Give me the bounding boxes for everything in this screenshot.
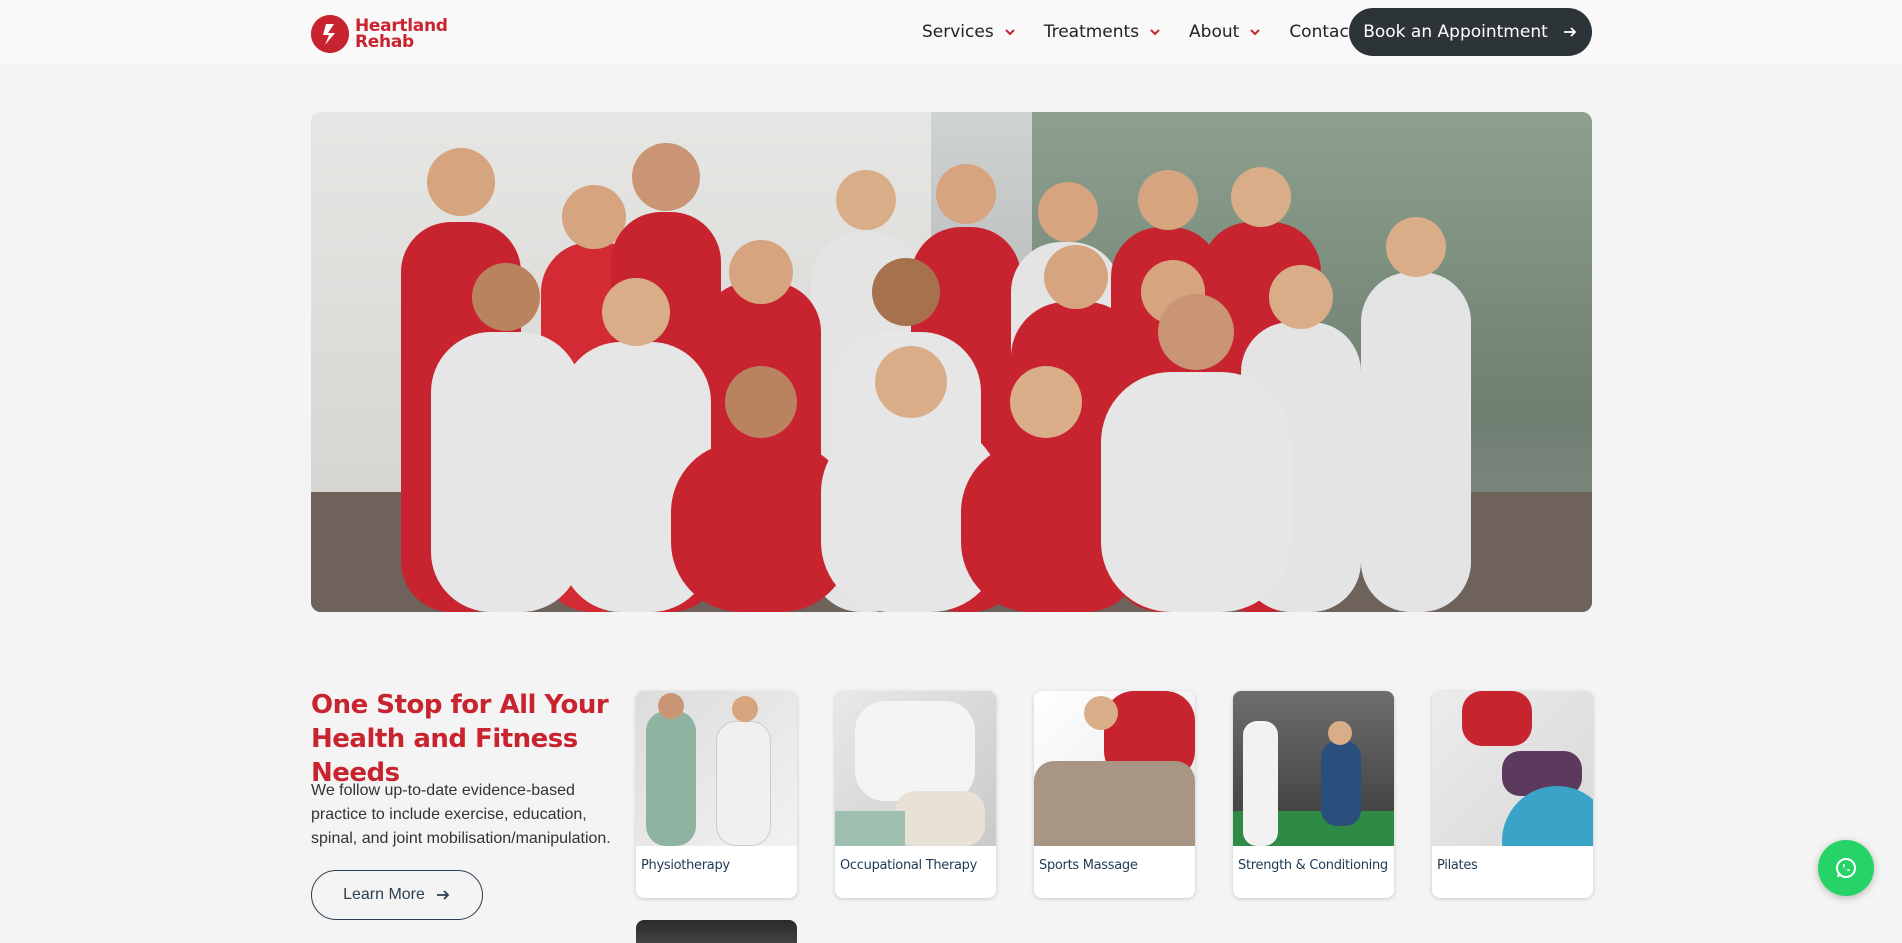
book-appointment-label: Book an Appointment xyxy=(1363,22,1548,42)
main-nav: Services Treatments About Contact xyxy=(922,0,1355,64)
service-card-physiotherapy[interactable]: Physiotherapy xyxy=(636,691,797,898)
logo[interactable]: Heartland Rehab xyxy=(311,15,448,53)
nav-item-label: Treatments xyxy=(1043,22,1140,42)
pilates-image xyxy=(1432,691,1593,846)
service-card-occupational-therapy[interactable]: Occupational Therapy xyxy=(835,691,996,898)
nav-item-contact[interactable]: Contact xyxy=(1289,22,1355,42)
logo-line2: Rehab xyxy=(355,32,414,52)
service-card-partial[interactable] xyxy=(636,920,797,943)
learn-more-button[interactable]: Learn More xyxy=(311,870,483,920)
services-description: We follow up-to-date evidence-based prac… xyxy=(311,782,611,847)
service-card-sports-massage[interactable]: Sports Massage xyxy=(1034,691,1195,898)
strength-conditioning-image xyxy=(1233,691,1394,846)
whatsapp-icon xyxy=(1836,858,1856,878)
service-card-pilates[interactable]: Pilates xyxy=(1432,691,1593,898)
service-card-label: Pilates xyxy=(1437,858,1478,873)
occupational-therapy-image xyxy=(835,691,996,846)
team-group-illustration xyxy=(401,143,1471,612)
chevron-down-icon xyxy=(1150,29,1160,36)
hero-team-photo xyxy=(311,112,1592,612)
service-card-label: Occupational Therapy xyxy=(840,858,978,873)
logo-icon xyxy=(311,15,349,53)
book-appointment-button[interactable]: Book an Appointment xyxy=(1349,8,1592,56)
chevron-down-icon xyxy=(1004,29,1015,36)
service-card-label: Strength & Conditioning xyxy=(1238,858,1388,873)
nav-item-label: Services xyxy=(922,22,994,42)
site-header: Heartland Rehab Services Treatments Abou… xyxy=(0,0,1902,64)
nav-item-about[interactable]: About xyxy=(1189,22,1261,42)
nav-item-label: About xyxy=(1189,22,1240,42)
nav-item-treatments[interactable]: Treatments xyxy=(1044,22,1161,42)
whatsapp-chat-button[interactable] xyxy=(1818,840,1874,896)
nav-item-label: Contact xyxy=(1289,22,1356,42)
arrow-right-icon xyxy=(1563,27,1577,37)
service-card-strength-conditioning[interactable]: Strength & Conditioning xyxy=(1233,691,1394,898)
sports-massage-image xyxy=(1034,691,1195,846)
logo-text: Heartland Rehab xyxy=(355,18,448,52)
physiotherapy-image xyxy=(636,691,797,846)
nav-item-services[interactable]: Services xyxy=(922,22,1016,42)
chevron-down-icon xyxy=(1250,29,1261,36)
service-card-label: Sports Massage xyxy=(1039,858,1138,873)
learn-more-label: Learn More xyxy=(343,886,425,903)
arrow-right-icon xyxy=(436,890,450,900)
services-title: One Stop for All Your Health and Fitness… xyxy=(311,690,609,788)
service-card-label: Physiotherapy xyxy=(641,858,730,873)
